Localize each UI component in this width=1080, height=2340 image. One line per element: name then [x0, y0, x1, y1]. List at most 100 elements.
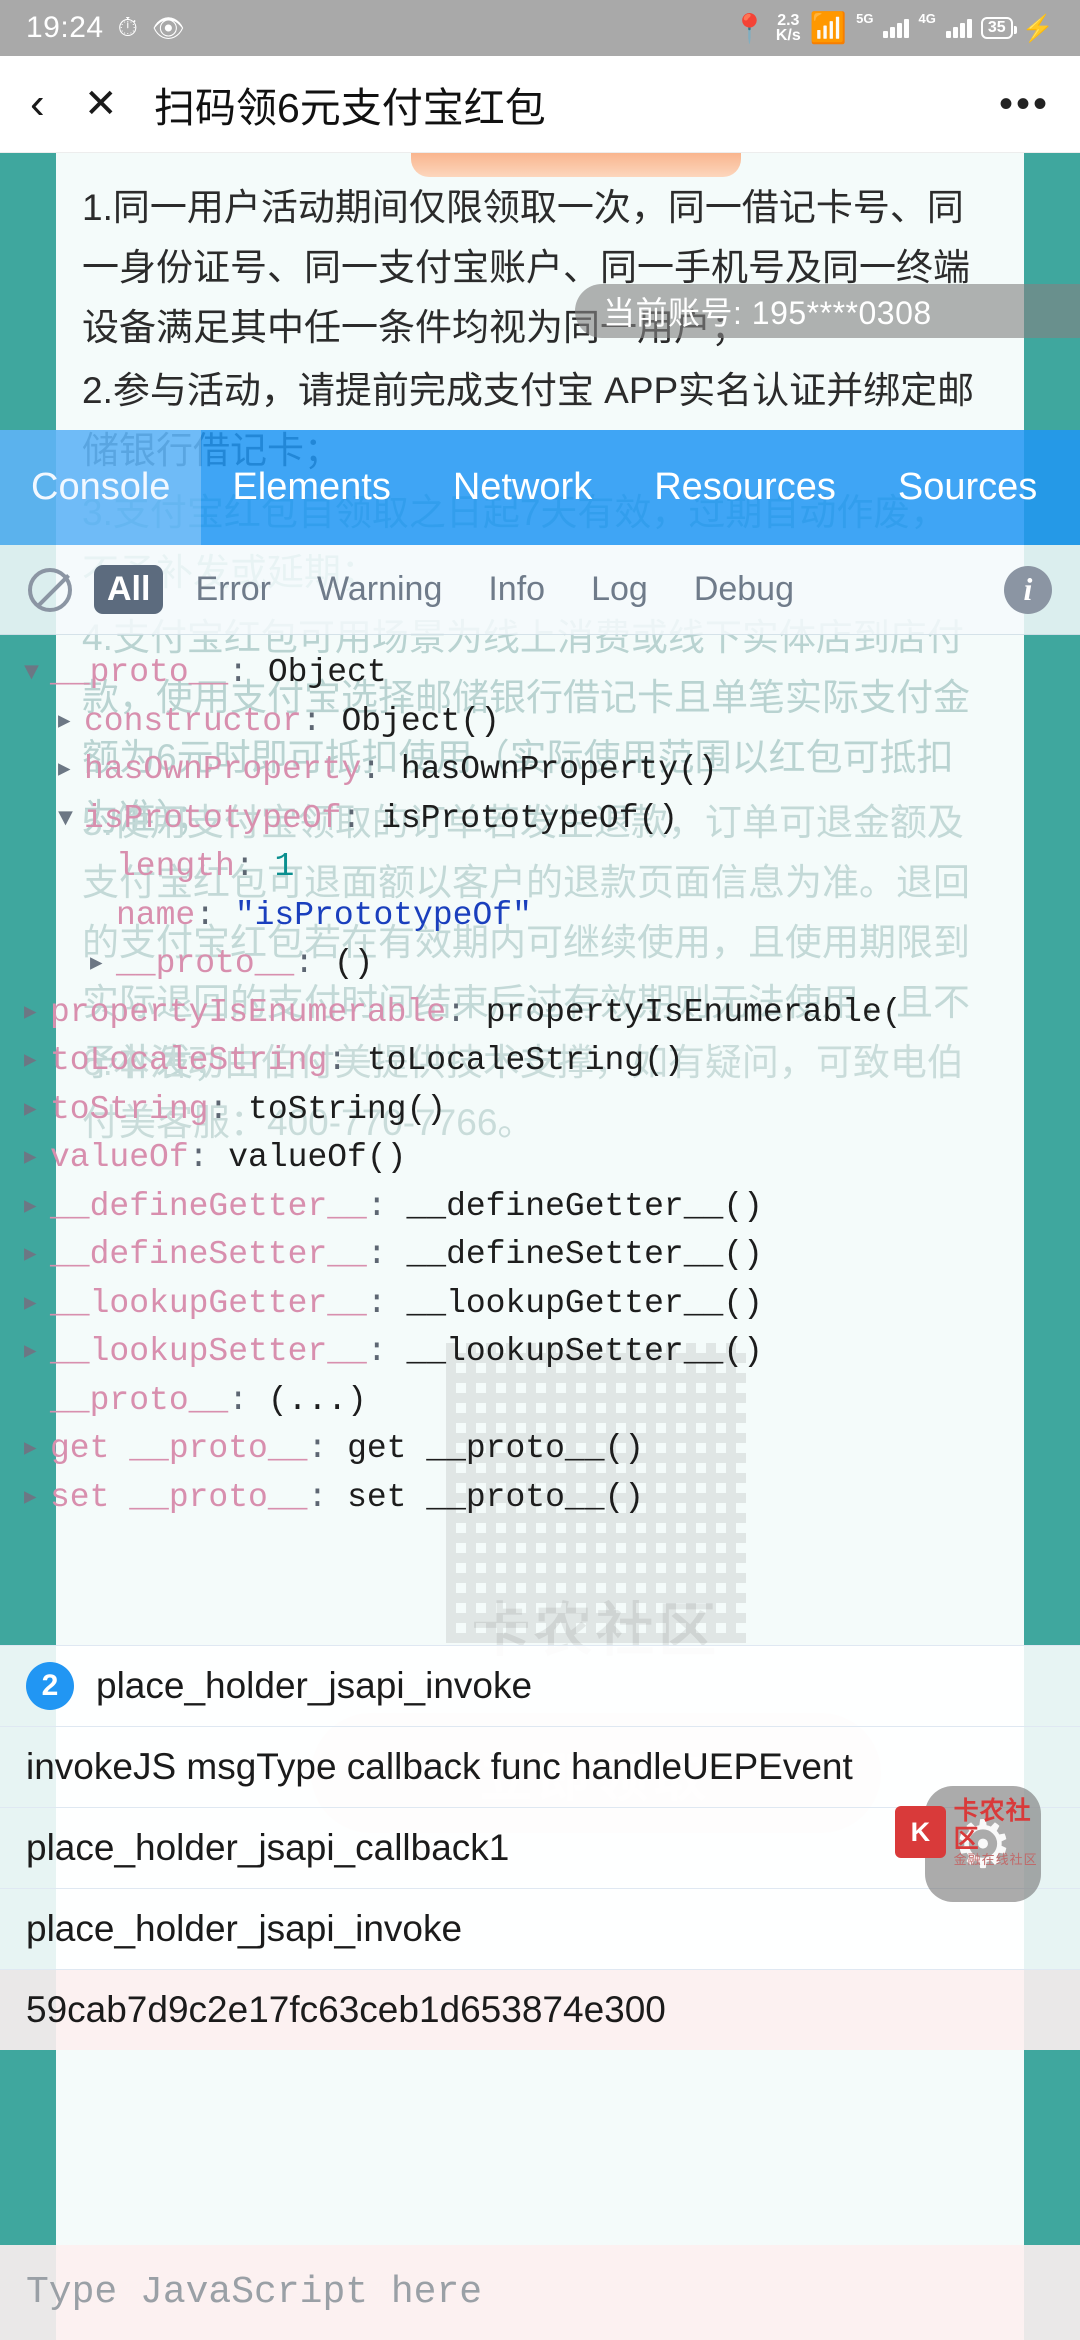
tab-sources[interactable]: Sources	[867, 430, 1068, 545]
filter-level-log[interactable]: Log	[577, 565, 662, 614]
eye-icon: 👁	[151, 12, 185, 43]
tree-key: toLocaleString	[50, 1042, 328, 1079]
log-message: place_holder_jsapi_invoke	[26, 1908, 463, 1949]
log-count-badge: 2	[26, 1662, 74, 1710]
chevron-right-icon[interactable]: ▸	[58, 746, 84, 794]
console-tree-row[interactable]: ▸ get __proto__: get __proto__()	[24, 1425, 1080, 1474]
tree-separator: :	[327, 1042, 367, 1079]
location-icon: 📍	[732, 12, 767, 44]
console-tree-row[interactable]: ▸name: "isPrototypeOf"	[24, 892, 1080, 941]
console-object-tree[interactable]: ▼ __proto__: Object ▸ constructor: Object()…	[0, 635, 1080, 1645]
chevron-down-icon[interactable]: ▼	[58, 795, 84, 843]
console-tree-row[interactable]: ▸length: 1	[24, 843, 1080, 892]
console-tree-row[interactable]: ▸ toString: toString()	[24, 1086, 1080, 1135]
filter-level-warning[interactable]: Warning	[303, 565, 456, 614]
logo-text: 卡农社区 金融在线社区	[954, 1797, 1055, 1868]
tree-key: valueOf	[50, 1139, 189, 1176]
tab-console[interactable]: Console	[0, 430, 202, 545]
filter-level-error[interactable]: Error	[181, 565, 285, 614]
status-bar-right: 📍 2.3 K/s 📶 5G 4G 35 ⚡	[732, 11, 1054, 46]
console-tree-row[interactable]: ▼ __proto__: Object	[24, 649, 1080, 698]
tree-value: isPrototypeOf()	[381, 799, 679, 837]
console-filter-bar: All Error Warning Info Log Debug i	[0, 545, 1080, 635]
chevron-right-icon[interactable]: ▸	[24, 1183, 50, 1231]
chevron-right-icon[interactable]: ▸	[24, 989, 50, 1037]
chevron-right-icon[interactable]: ▸	[24, 1425, 50, 1473]
status-bar: 19:24 ⏱ 👁 📍 2.3 K/s 📶 5G 4G 35 ⚡	[0, 0, 1080, 56]
chevron-right-icon[interactable]: ▸	[24, 1328, 50, 1376]
console-tree-row[interactable]: ▸ __defineSetter__: __defineSetter__()	[24, 1231, 1080, 1280]
tree-separator: :	[228, 654, 268, 691]
tab-elements[interactable]: Elements	[201, 430, 421, 545]
console-tree-row[interactable]: ▸ constructor: Object()	[24, 698, 1080, 747]
network-speed-unit: K/s	[775, 27, 801, 44]
more-options-icon[interactable]: •••	[999, 84, 1050, 124]
tree-key: toString	[50, 1090, 209, 1128]
chevron-right-icon[interactable]: ▸	[90, 843, 116, 891]
log-message: place_holder_jsapi_callback1	[26, 1827, 510, 1868]
tab-resources[interactable]: Resources	[623, 430, 867, 545]
info-icon[interactable]: i	[1004, 565, 1052, 614]
back-icon[interactable]: ‹	[30, 82, 84, 126]
console-tree-row[interactable]: ▸ toLocaleString: toLocaleString()	[24, 1037, 1080, 1086]
console-tree-row[interactable]: ▸ hasOwnProperty: hasOwnProperty()	[24, 746, 1080, 795]
console-tree-row[interactable]: ▸ __proto__: ()	[24, 940, 1080, 989]
log-row[interactable]: 2 place_holder_jsapi_invoke	[0, 1645, 1080, 1726]
sim1-generation-label: 5G	[856, 10, 874, 26]
chevron-right-icon[interactable]: ▸	[90, 940, 116, 988]
tree-value: propertyIsEnumerable(	[485, 993, 902, 1031]
chevron-right-icon[interactable]: ▸	[90, 892, 116, 940]
log-row[interactable]: place_holder_jsapi_invoke	[0, 1888, 1080, 1969]
tree-key: length	[116, 848, 235, 885]
log-row[interactable]: 59cab7d9c2e17fc63ceb1d653874e300	[0, 1969, 1080, 2050]
chevron-right-icon[interactable]: ▸	[24, 1231, 50, 1279]
alarm-icon: ⏱	[117, 12, 138, 42]
log-row[interactable]: invokeJS msgType callback func handleUEP…	[0, 1726, 1080, 1807]
console-tree-row[interactable]: ▸ set __proto__: set __proto__()	[24, 1474, 1080, 1523]
tree-separator: :	[307, 1478, 348, 1516]
clear-console-icon[interactable]	[28, 567, 72, 612]
tree-separator: :	[234, 848, 275, 885]
tree-separator: :	[301, 702, 342, 740]
filter-level-debug[interactable]: Debug	[680, 565, 808, 614]
console-tree-row[interactable]: ▸ valueOf: valueOf()	[24, 1134, 1080, 1183]
chevron-right-icon[interactable]: ▸	[58, 698, 84, 746]
console-tree-row[interactable]: ▸ __lookupGetter__: __lookupGetter__()	[24, 1280, 1080, 1329]
chevron-right-icon[interactable]: ▸	[24, 1134, 50, 1182]
chevron-right-icon[interactable]: ▸	[24, 1280, 50, 1328]
chevron-down-icon[interactable]: ▼	[24, 649, 50, 697]
tree-separator: :	[188, 1139, 229, 1176]
tree-value: Object	[267, 654, 387, 691]
tree-value: (...)	[267, 1381, 367, 1419]
tree-separator: :	[294, 945, 334, 982]
close-icon[interactable]: ✕	[84, 84, 154, 124]
tree-key: __lookupGetter__	[50, 1284, 367, 1322]
chevron-right-icon[interactable]: ▸	[24, 1377, 50, 1425]
tree-value: Object()	[341, 702, 500, 740]
console-tree-row[interactable]: ▸ __lookupSetter__: __lookupSetter__()	[24, 1328, 1080, 1377]
sim2-generation-label: 4G	[918, 10, 936, 26]
tree-separator: :	[366, 1333, 407, 1370]
console-input-row[interactable]	[0, 2245, 1080, 2340]
current-account-toast: 当前账号: 195****0308	[575, 284, 1080, 338]
console-input[interactable]	[26, 2271, 1054, 2314]
tab-network[interactable]: Network	[422, 430, 623, 545]
tree-value: __defineSetter__()	[406, 1236, 763, 1273]
chevron-right-icon[interactable]: ▸	[24, 1037, 50, 1085]
filter-level-info[interactable]: Info	[474, 565, 559, 614]
chevron-right-icon[interactable]: ▸	[24, 1474, 50, 1522]
tab-in[interactable]: In	[1068, 430, 1080, 545]
tree-value: __defineGetter__()	[406, 1187, 763, 1225]
console-tree-row[interactable]: ▸__proto__: (...)	[24, 1377, 1080, 1426]
console-tree-row[interactable]: ▸ __defineGetter__: __defineGetter__()	[24, 1183, 1080, 1232]
tree-key: __proto__	[116, 945, 295, 982]
console-tree-row[interactable]: ▼ isPrototypeOf: isPrototypeOf()	[24, 795, 1080, 844]
console-tree-row[interactable]: ▸ propertyIsEnumerable: propertyIsEnumera…	[24, 989, 1080, 1038]
tree-separator: :	[361, 751, 401, 788]
filter-level-all[interactable]: All	[94, 565, 164, 614]
network-speed: 2.3 K/s	[775, 12, 801, 44]
battery-icon: 35	[980, 17, 1017, 39]
tree-key: __proto__	[50, 1381, 229, 1419]
chevron-right-icon[interactable]: ▸	[24, 1086, 50, 1134]
tree-key: __lookupSetter__	[50, 1333, 367, 1370]
